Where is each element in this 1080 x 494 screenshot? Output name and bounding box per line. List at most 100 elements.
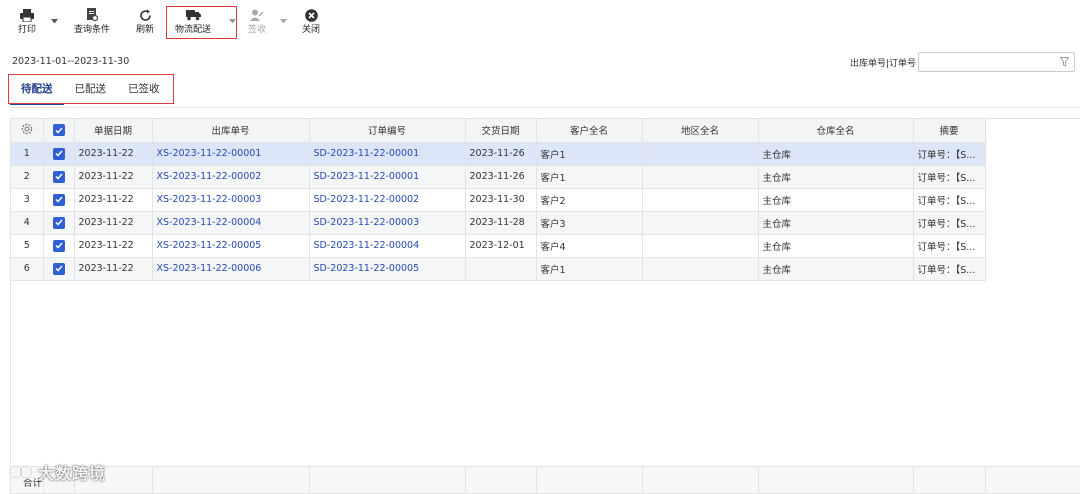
customer-name-cell: 客户3 — [536, 211, 643, 235]
select-all-checkbox[interactable] — [52, 124, 65, 137]
divider — [152, 467, 153, 493]
document-date-cell: 2023-11-22 — [74, 257, 153, 281]
warehouse-name-cell: 主仓库 — [758, 188, 914, 212]
row-index: 2 — [11, 165, 44, 189]
divider — [309, 467, 310, 493]
data-grid: 单据日期 出库单号 订单编号 交货日期 客户全名 地区全名 仓库全名 摘要 12… — [10, 118, 1080, 494]
select-all-header[interactable] — [43, 119, 75, 143]
row-index: 5 — [11, 234, 44, 258]
column-header[interactable]: 单据日期 — [74, 119, 153, 143]
filler-cell — [985, 188, 994, 211]
filler-cell — [985, 257, 994, 280]
customer-name-cell: 客户2 — [536, 188, 643, 212]
search-input[interactable] — [918, 52, 1075, 72]
query-conditions-button[interactable]: 查询条件 — [74, 8, 110, 40]
print-dropdown-icon[interactable] — [50, 17, 58, 25]
row-index: 6 — [11, 257, 44, 281]
toolbar: 打印 查询条件 刷新 物流配送 签收 关闭 — [0, 0, 1080, 44]
row-select-cell[interactable] — [43, 188, 75, 212]
table-row[interactable]: 2 2023-11-22 XS-2023-11-22-00002 SD-2023-11… — [11, 165, 994, 189]
row-select-cell[interactable] — [43, 211, 75, 235]
divider — [642, 467, 643, 493]
row-checkbox[interactable] — [52, 170, 65, 183]
column-header[interactable]: 地区全名 — [642, 119, 759, 143]
sign-dropdown-icon[interactable] — [279, 17, 287, 25]
delivery-date-cell: 2023-11-26 — [465, 142, 537, 166]
outbound-number-cell[interactable]: XS-2023-11-22-00002 — [152, 165, 310, 189]
outbound-number-cell[interactable]: XS-2023-11-22-00003 — [152, 188, 310, 212]
table-row[interactable]: 1 2023-11-22 XS-2023-11-22-00001 SD-2023-11… — [11, 142, 994, 166]
logistics-highlight-box — [166, 6, 237, 39]
order-number-cell[interactable]: SD-2023-11-22-00003 — [309, 211, 466, 235]
column-header[interactable]: 出库单号 — [152, 119, 310, 143]
delivery-date-cell: 2023-12-01 — [465, 234, 537, 258]
close-circle-icon — [303, 8, 319, 22]
close-button[interactable]: 关闭 — [302, 8, 320, 40]
column-header[interactable]: 摘要 — [913, 119, 986, 143]
watermark: 大数跨境 — [8, 460, 106, 484]
row-select-cell[interactable] — [43, 142, 75, 166]
region-name-cell — [642, 211, 759, 235]
customer-name-cell: 客户1 — [536, 257, 643, 281]
watermark-logo-icon — [9, 465, 33, 479]
order-number-cell[interactable]: SD-2023-11-22-00004 — [309, 234, 466, 258]
row-index: 3 — [11, 188, 44, 212]
watermark-text: 大数跨境 — [38, 464, 107, 483]
row-select-cell[interactable] — [43, 257, 75, 281]
customer-name-cell: 客户1 — [536, 165, 643, 189]
filler-cell — [985, 234, 994, 257]
order-number-cell[interactable]: SD-2023-11-22-00002 — [309, 188, 466, 212]
gear-icon[interactable] — [21, 123, 33, 138]
column-header[interactable]: 客户全名 — [536, 119, 643, 143]
delivery-date-cell — [465, 257, 537, 281]
delivery-date-cell: 2023-11-28 — [465, 211, 537, 235]
row-checkbox[interactable] — [52, 193, 65, 206]
order-number-cell[interactable]: SD-2023-11-22-00001 — [309, 165, 466, 189]
region-name-cell — [642, 188, 759, 212]
summary-cell: 订单号：【S... — [913, 165, 986, 189]
summary-cell: 订单号：【S... — [913, 188, 986, 212]
outbound-number-cell[interactable]: XS-2023-11-22-00001 — [152, 142, 310, 166]
print-button[interactable]: 打印 — [18, 8, 36, 40]
divider — [465, 467, 466, 493]
table-row[interactable]: 5 2023-11-22 XS-2023-11-22-00005 SD-2023-11… — [11, 234, 994, 258]
row-index: 4 — [11, 211, 44, 235]
refresh-label: 刷新 — [136, 25, 155, 35]
warehouse-name-cell: 主仓库 — [758, 165, 914, 189]
divider — [758, 467, 759, 493]
table-row[interactable]: 6 2023-11-22 XS-2023-11-22-00006 SD-2023-11… — [11, 257, 994, 281]
row-select-cell[interactable] — [43, 165, 75, 189]
region-name-cell — [642, 165, 759, 189]
outbound-number-cell[interactable]: XS-2023-11-22-00005 — [152, 234, 310, 258]
column-header[interactable]: 仓库全名 — [758, 119, 914, 143]
document-search-icon — [84, 8, 100, 22]
summary-cell: 订单号：【S... — [913, 142, 986, 166]
printer-icon — [19, 8, 35, 22]
outbound-number-cell[interactable]: XS-2023-11-22-00006 — [152, 257, 310, 281]
order-number-cell[interactable]: SD-2023-11-22-00001 — [309, 142, 466, 166]
filter-icon[interactable] — [1059, 57, 1070, 70]
column-header[interactable]: 订单编号 — [309, 119, 466, 143]
table-row[interactable]: 3 2023-11-22 XS-2023-11-22-00003 SD-2023-11… — [11, 188, 994, 212]
sign-button[interactable]: 签收 — [248, 8, 266, 40]
row-checkbox[interactable] — [52, 239, 65, 252]
warehouse-name-cell: 主仓库 — [758, 257, 914, 281]
summary-cell: 订单号：【S... — [913, 211, 986, 235]
divider — [913, 467, 914, 493]
summary-cell: 订单号：【S... — [913, 234, 986, 258]
region-name-cell — [642, 142, 759, 166]
outbound-number-cell[interactable]: XS-2023-11-22-00004 — [152, 211, 310, 235]
refresh-button[interactable]: 刷新 — [136, 8, 154, 40]
row-checkbox[interactable] — [52, 262, 65, 275]
document-date-cell: 2023-11-22 — [74, 211, 153, 235]
date-range: 2023-11-01--2023-11-30 — [12, 56, 130, 67]
table-row[interactable]: 4 2023-11-22 XS-2023-11-22-00004 SD-2023-11… — [11, 211, 994, 235]
row-checkbox[interactable] — [52, 216, 65, 229]
column-header[interactable]: 交货日期 — [465, 119, 537, 143]
tabs-highlight-box — [8, 74, 174, 104]
row-checkbox[interactable] — [52, 147, 65, 160]
column-settings-header[interactable] — [11, 119, 44, 143]
tabs-divider — [10, 107, 1080, 108]
order-number-cell[interactable]: SD-2023-11-22-00005 — [309, 257, 466, 281]
row-select-cell[interactable] — [43, 234, 75, 258]
